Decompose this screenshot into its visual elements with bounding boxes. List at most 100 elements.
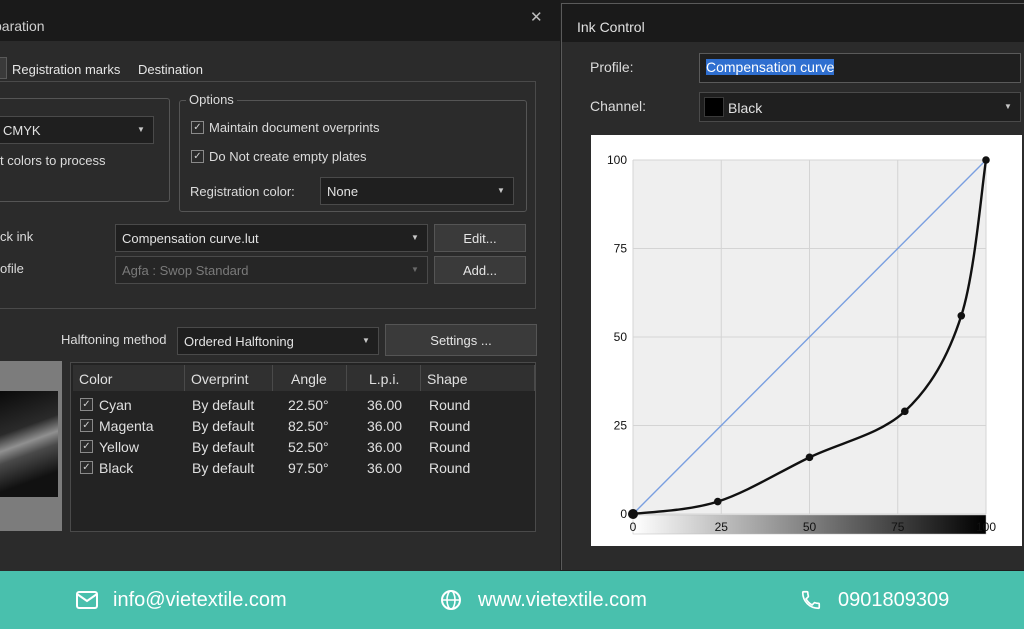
curve-control-point[interactable]	[982, 156, 990, 164]
table-cell-lpi: 36.00	[367, 460, 403, 476]
curve-control-point[interactable]	[805, 453, 814, 462]
black-ink-value: Compensation curve.lut	[122, 231, 259, 246]
color-space-select[interactable]: CMYK ▼	[0, 116, 154, 144]
magenta-checkbox[interactable]: ✓	[80, 419, 93, 432]
profile-name-value: Compensation curve	[706, 59, 835, 75]
black-ink-select[interactable]: Compensation curve.lut ▼	[115, 224, 428, 252]
close-icon[interactable]: ✕	[530, 8, 543, 26]
table-cell-color: Black	[99, 460, 134, 476]
ink-curve-chart[interactable]: 0 25 50 75 100 0 25 50 75 100	[591, 135, 1022, 546]
chevron-down-icon: ▼	[411, 233, 419, 242]
tab-active[interactable]	[0, 57, 7, 79]
column-header-shape[interactable]: Shape	[421, 365, 535, 391]
footer-email[interactable]: info@vietextile.com	[113, 589, 287, 612]
tab-registration-marks[interactable]: Registration marks	[12, 62, 120, 77]
settings-button[interactable]: Settings ...	[385, 324, 537, 356]
column-header-angle[interactable]: Angle	[273, 365, 347, 391]
table-cell-lpi: 36.00	[367, 397, 403, 413]
chevron-down-icon: ▼	[137, 125, 145, 134]
table-cell-angle: 52.50°	[288, 439, 329, 455]
profile-value: Agfa : Swop Standard	[122, 263, 249, 278]
separation-window: paration ✕ Registration marks Destinatio…	[0, 0, 560, 571]
ink-curve-svg[interactable]: 0 25 50 75 100 0 25 50 75 100	[591, 135, 1022, 546]
edit-button[interactable]: Edit...	[434, 224, 526, 252]
x-tick-label: 25	[715, 520, 729, 534]
column-header-color[interactable]: Color	[73, 365, 185, 391]
channel-select[interactable]: Black ▼	[699, 92, 1021, 122]
table-cell-lpi: 36.00	[367, 439, 403, 455]
cyan-checkbox[interactable]: ✓	[80, 398, 93, 411]
convert-colors-label: t colors to process	[0, 153, 106, 168]
table-cell-overprint: By default	[192, 418, 255, 434]
mail-icon	[76, 591, 98, 609]
halftoning-value: Ordered Halftoning	[184, 334, 294, 349]
color-space-value: CMYK	[3, 123, 41, 138]
no-empty-plates-label: Do Not create empty plates	[209, 149, 367, 164]
phone-icon	[801, 590, 821, 610]
table-cell-color: Cyan	[99, 397, 132, 413]
curve-control-point[interactable]	[713, 497, 722, 506]
x-tick-label: 0	[630, 520, 637, 534]
profile-label: Profile:	[590, 59, 634, 75]
ink-table: Color Overprint Angle L.p.i. Shape ✓ Cya…	[70, 362, 536, 532]
table-cell-lpi: 36.00	[367, 418, 403, 434]
table-cell-angle: 97.50°	[288, 460, 329, 476]
tab-destination[interactable]: Destination	[138, 62, 203, 77]
table-cell-shape: Round	[429, 397, 471, 413]
y-tick-label: 0	[620, 507, 627, 521]
black-checkbox[interactable]: ✓	[80, 461, 93, 474]
channel-color-swatch	[704, 97, 724, 117]
x-tick-label: 75	[891, 520, 905, 534]
maintain-overprints-label: Maintain document overprints	[209, 120, 380, 135]
chevron-down-icon: ▼	[1004, 102, 1012, 111]
x-tick-label: 50	[803, 520, 817, 534]
table-cell-angle: 22.50°	[288, 397, 329, 413]
table-cell-shape: Round	[429, 418, 471, 434]
profile-name-input[interactable]: Compensation curve	[699, 53, 1021, 83]
x-tick-label: 100	[976, 520, 996, 534]
curve-control-point[interactable]	[957, 311, 966, 320]
preview-image	[0, 391, 58, 497]
maintain-overprints-checkbox[interactable]: ✓	[191, 121, 204, 134]
black-ink-label: ck ink	[0, 229, 34, 244]
channel-value: Black	[728, 100, 763, 116]
table-cell-overprint: By default	[192, 397, 255, 413]
chevron-down-icon: ▼	[497, 186, 505, 195]
halftoning-select[interactable]: Ordered Halftoning ▼	[177, 327, 379, 355]
no-empty-plates-checkbox[interactable]: ✓	[191, 150, 204, 163]
y-tick-label: 75	[614, 242, 628, 256]
y-tick-label: 25	[614, 419, 628, 433]
halftoning-label: Halftoning method	[61, 332, 167, 347]
registration-color-select[interactable]: None ▼	[320, 177, 514, 205]
ink-control-title: Ink Control	[577, 19, 645, 35]
profile-select[interactable]: Agfa : Swop Standard ▼	[115, 256, 428, 284]
chevron-down-icon: ▼	[362, 336, 370, 345]
table-cell-shape: Round	[429, 439, 471, 455]
column-header-overprint[interactable]: Overprint	[185, 365, 273, 391]
separation-titlebar: paration ✕	[0, 0, 560, 41]
footer-phone[interactable]: 0901809309	[838, 589, 949, 612]
ink-control-titlebar: Ink Control	[562, 4, 1024, 42]
contact-footer: info@vietextile.com www.vietextile.com 0…	[0, 571, 1024, 629]
y-tick-label: 100	[607, 153, 627, 167]
profile-label: ofile	[0, 261, 24, 276]
footer-website[interactable]: www.vietextile.com	[478, 589, 647, 612]
registration-color-value: None	[327, 184, 359, 199]
globe-icon	[441, 590, 461, 610]
curve-control-point[interactable]	[628, 509, 638, 519]
registration-color-label: Registration color:	[190, 184, 295, 199]
curve-control-point[interactable]	[901, 407, 909, 416]
ink-control-window: Ink Control Profile: Compensation curve …	[561, 3, 1024, 570]
table-cell-color: Yellow	[99, 439, 139, 455]
separation-title: paration	[0, 18, 45, 34]
table-cell-color: Magenta	[99, 418, 154, 434]
separation-preview	[0, 361, 62, 531]
options-title: Options	[186, 92, 237, 107]
add-button[interactable]: Add...	[434, 256, 526, 284]
chevron-down-icon: ▼	[411, 265, 419, 274]
color-space-group	[0, 98, 170, 202]
column-header-lpi[interactable]: L.p.i.	[347, 365, 421, 391]
yellow-checkbox[interactable]: ✓	[80, 440, 93, 453]
table-cell-angle: 82.50°	[288, 418, 329, 434]
table-cell-shape: Round	[429, 460, 471, 476]
